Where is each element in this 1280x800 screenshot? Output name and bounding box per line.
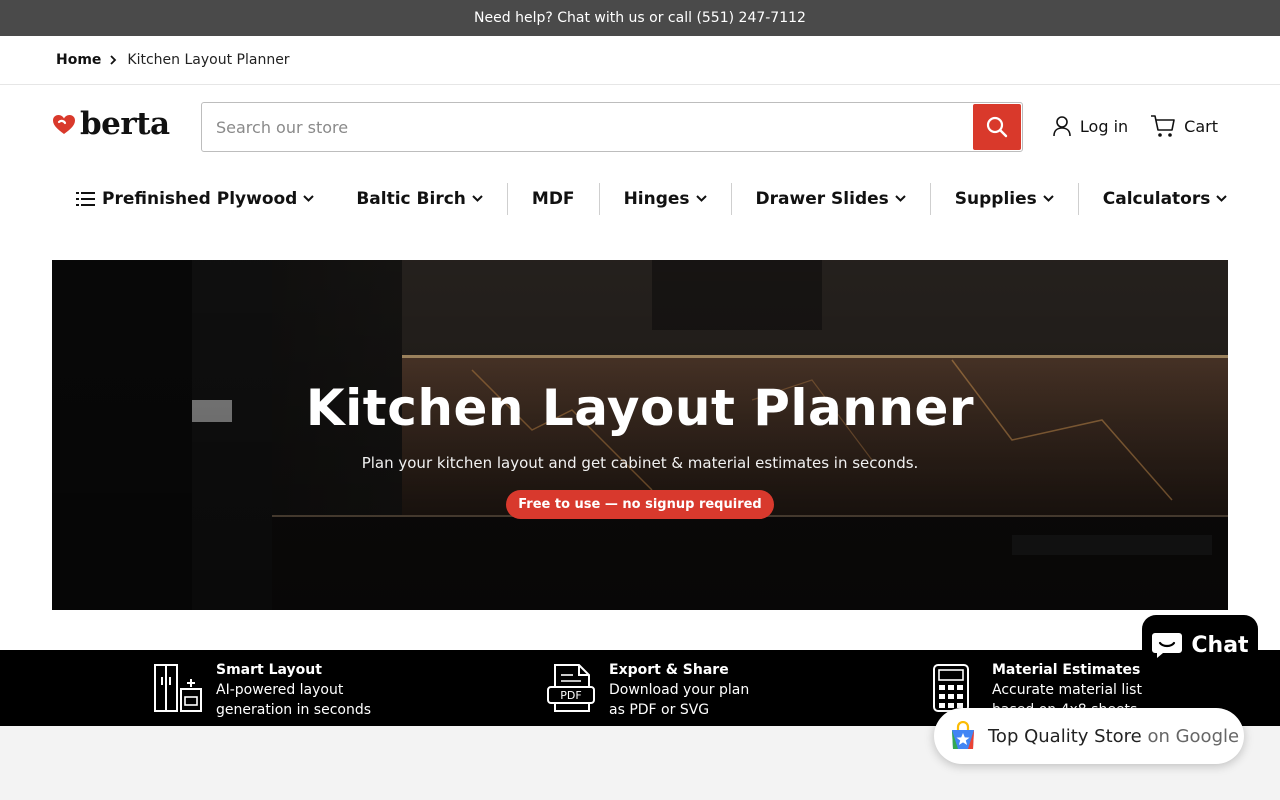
chevron-down-icon xyxy=(472,195,483,202)
breadcrumb: Home Kitchen Layout Planner xyxy=(0,36,1280,85)
breadcrumb-home-link[interactable]: Home xyxy=(56,52,101,68)
cart-link[interactable]: Cart xyxy=(1150,114,1218,138)
chevron-down-icon xyxy=(303,195,315,202)
pdf-file-icon: PDF xyxy=(547,664,595,712)
header-actions: Log in Cart xyxy=(1052,114,1218,138)
chat-bubble-icon xyxy=(1152,633,1183,658)
feature-line: generation in seconds xyxy=(216,702,372,718)
nav-label: Calculators xyxy=(1102,188,1211,209)
nav-item-drawer-slides[interactable]: Drawer Slides xyxy=(730,182,930,215)
feature-smart-layout: Smart Layout AI-powered layout generatio… xyxy=(154,660,371,720)
logo[interactable]: berta xyxy=(52,109,170,140)
calculator-icon xyxy=(933,664,969,712)
nav-label: Supplies xyxy=(954,188,1037,209)
list-menu-icon xyxy=(76,191,95,206)
nav-item-calculators[interactable]: Calculators xyxy=(1077,182,1252,215)
nav-label: Baltic Birch xyxy=(356,188,466,209)
nav-label: MDF xyxy=(531,188,575,209)
feature-export-share: PDF Export & Share Download your plan as… xyxy=(547,660,749,720)
feature-line: Download your plan xyxy=(609,682,750,698)
kitchen-layout-icon xyxy=(154,664,202,712)
feature-line: AI-powered layout xyxy=(216,682,344,698)
chevron-down-icon xyxy=(895,195,906,202)
chevron-down-icon xyxy=(1043,195,1054,202)
announcement-text: Need help? Chat with us or call (551) 24… xyxy=(474,10,806,26)
breadcrumb-current: Kitchen Layout Planner xyxy=(127,52,290,68)
chevron-right-icon xyxy=(109,55,119,65)
site-header: berta Log in Cart xyxy=(0,85,1280,171)
login-link[interactable]: Log in xyxy=(1052,115,1128,137)
hero-banner: Kitchen Layout Planner Plan your kitchen… xyxy=(52,260,1228,610)
google-store-badge[interactable]: Top Quality Store on Google xyxy=(934,708,1244,764)
cart-icon xyxy=(1151,115,1175,137)
hero-subtitle: Plan your kitchen layout and get cabinet… xyxy=(361,454,919,472)
announcement-bar: Need help? Chat with us or call (551) 24… xyxy=(0,0,1280,36)
feature-title: Export & Share xyxy=(609,662,729,678)
login-label: Log in xyxy=(1079,116,1129,136)
google-badge-text: Top Quality Store on Google xyxy=(988,726,1239,747)
nav-item-baltic-birch[interactable]: Baltic Birch xyxy=(356,183,507,215)
chevron-down-icon xyxy=(1216,195,1228,202)
nav-label: Hinges xyxy=(623,188,690,209)
nav-item-mdf[interactable]: MDF xyxy=(506,182,599,215)
main-nav: Prefinished Plywood Baltic Birch MDF Hin… xyxy=(0,171,1280,226)
hero-title: Kitchen Layout Planner xyxy=(305,379,975,437)
hero-content: Kitchen Layout Planner Plan your kitchen… xyxy=(52,378,1228,519)
google-badge-suffix: on Google xyxy=(1147,725,1240,747)
chat-label: Chat xyxy=(1191,632,1249,658)
logo-text: berta xyxy=(80,106,170,142)
nav-item-supplies[interactable]: Supplies xyxy=(929,182,1078,215)
google-shopping-bag-icon xyxy=(952,721,974,749)
search-bar xyxy=(201,102,1023,152)
google-badge-title: Top Quality Store xyxy=(988,725,1142,747)
feature-text: Export & Share Download your plan as PDF… xyxy=(609,660,749,720)
feature-title: Smart Layout xyxy=(216,662,322,678)
cart-label: Cart xyxy=(1184,116,1218,136)
search-icon xyxy=(986,116,1008,138)
nav-item-hinges[interactable]: Hinges xyxy=(598,182,731,215)
nav-item-prefinished-plywood[interactable]: Prefinished Plywood xyxy=(76,183,356,215)
nav-label: Drawer Slides xyxy=(755,188,889,209)
user-icon xyxy=(1053,116,1071,137)
search-input[interactable] xyxy=(202,103,972,151)
feature-title: Material Estimates xyxy=(992,662,1141,678)
svg-text:PDF: PDF xyxy=(560,689,581,702)
feature-line: as PDF or SVG xyxy=(609,702,710,718)
chat-button[interactable]: Chat xyxy=(1142,615,1258,675)
chevron-down-icon xyxy=(695,195,707,202)
search-button[interactable] xyxy=(973,104,1021,150)
logo-heart-icon xyxy=(53,114,75,134)
feature-text: Smart Layout AI-powered layout generatio… xyxy=(216,660,371,720)
feature-line: Accurate material list xyxy=(992,682,1142,698)
nav-label: Prefinished Plywood xyxy=(102,188,298,209)
free-use-badge[interactable]: Free to use — no signup required xyxy=(506,490,774,519)
